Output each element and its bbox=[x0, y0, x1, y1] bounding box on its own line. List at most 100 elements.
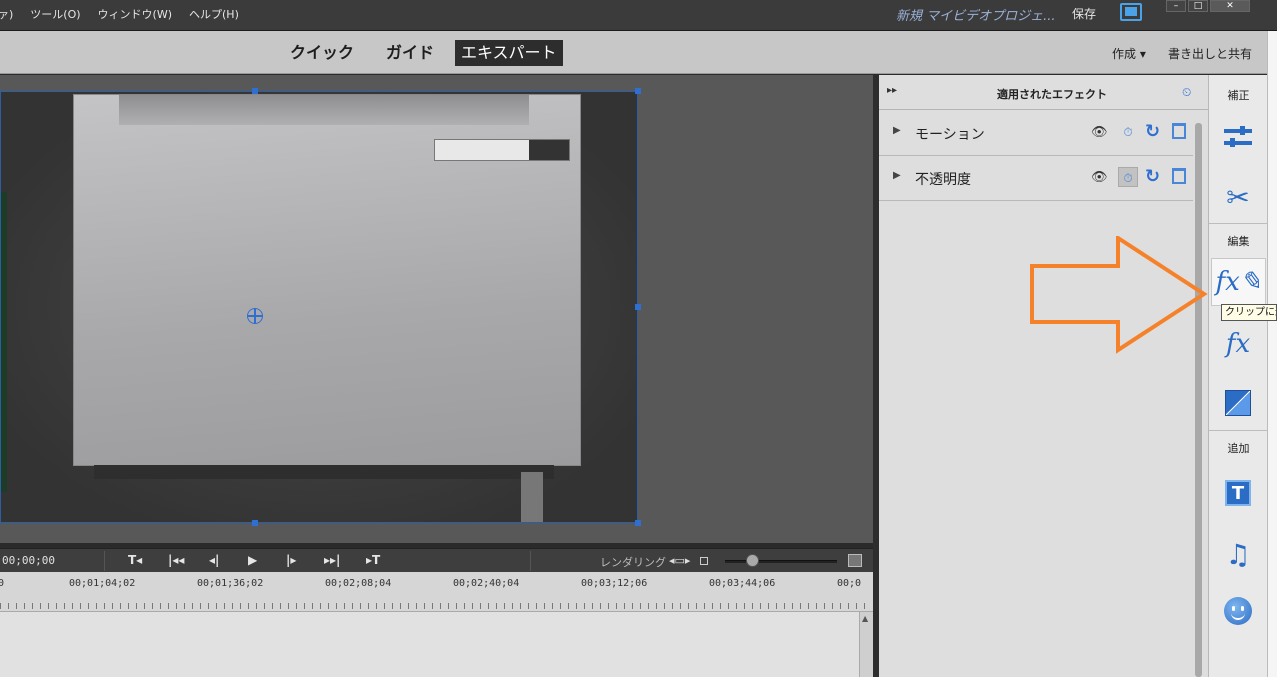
rewind-button[interactable]: |◂◂ bbox=[168, 553, 184, 567]
menu-item-help[interactable]: ヘルプ(H) bbox=[189, 6, 239, 22]
render-button[interactable]: レンダリング bbox=[600, 554, 666, 570]
video-preview[interactable] bbox=[0, 91, 638, 523]
menu-item-partial[interactable]: ァ) bbox=[0, 6, 13, 22]
annotation-arrow bbox=[1030, 236, 1208, 354]
mode-bar: クイック ガイド エキスパート 作成 ▾ 書き出しと共有 bbox=[0, 31, 1267, 74]
right-tool-strip: 補正 ✂ 編集 fx✎ fx 追加 T ♫ bbox=[1208, 75, 1268, 677]
reset-icon[interactable]: ↻ bbox=[1145, 166, 1160, 187]
apply-to-clip-tooltip: クリップに適用 bbox=[1221, 304, 1277, 321]
tab-expert[interactable]: エキスパート bbox=[455, 40, 563, 66]
graphics-smiley-icon[interactable] bbox=[1219, 593, 1257, 629]
expand-arrow-icon[interactable]: ▶ bbox=[893, 170, 901, 181]
create-menu[interactable]: 作成 ▾ bbox=[1112, 45, 1146, 62]
video-left-object bbox=[1, 192, 7, 492]
ruler-label: 00;01;36;02 bbox=[197, 578, 264, 589]
zoom-slider-knob[interactable] bbox=[746, 554, 759, 567]
ruler-label: 0 bbox=[0, 578, 5, 589]
maximize-button[interactable]: □ bbox=[1188, 0, 1208, 12]
effect-name: 不透明度 bbox=[915, 172, 971, 188]
ruler-label: 00;0 bbox=[837, 578, 862, 589]
separator bbox=[1209, 430, 1268, 431]
menu-item-tools[interactable]: ツール(O) bbox=[30, 6, 80, 22]
trash-icon[interactable] bbox=[1172, 168, 1186, 184]
effects-scrollbar[interactable] bbox=[1195, 123, 1202, 677]
fit-timeline-icon[interactable]: ◂▭▸ bbox=[669, 554, 690, 567]
device-top-edge bbox=[119, 95, 529, 125]
close-button[interactable]: ✕ bbox=[1210, 0, 1250, 12]
section-label-edit: 編集 bbox=[1227, 235, 1250, 248]
stopwatch-icon[interactable]: ⏱ bbox=[1118, 122, 1138, 142]
transform-handle-top[interactable] bbox=[252, 88, 258, 94]
step-back-button[interactable]: ◂| bbox=[209, 553, 219, 567]
transform-handle-bottom[interactable] bbox=[252, 520, 258, 526]
window-controls: – □ ✕ bbox=[1166, 0, 1250, 12]
applied-effects-fx-icon[interactable]: fx✎ bbox=[1211, 258, 1266, 306]
effect-row-motion[interactable]: ▶ モーション 👁 ⏱ ↻ bbox=[879, 111, 1193, 156]
effect-row-opacity[interactable]: ▶ 不透明度 👁 ⏱ ↻ bbox=[879, 156, 1193, 201]
section-label-adjust: 補正 bbox=[1227, 89, 1250, 102]
transitions-icon[interactable] bbox=[1219, 385, 1257, 421]
timeline-tracks[interactable] bbox=[0, 612, 859, 677]
tools-icon[interactable]: ✂ bbox=[1219, 179, 1257, 215]
menu-bar: ァ) ツール(O) ウィンドウ(W) ヘルプ(H) 新規 マイビデオプロジェ..… bbox=[0, 0, 1277, 31]
fullscreen-monitor-icon[interactable] bbox=[1120, 3, 1142, 21]
fast-forward-button[interactable]: ▸▸| bbox=[324, 553, 340, 567]
zoom-in-icon[interactable] bbox=[848, 554, 862, 567]
tab-guided[interactable]: ガイド bbox=[380, 40, 440, 66]
time-ruler[interactable]: 0 00;01;04;02 00;01;36;02 00;02;08;04 00… bbox=[0, 572, 873, 612]
separator bbox=[530, 551, 531, 571]
tab-quick[interactable]: クイック bbox=[284, 40, 360, 66]
visibility-eye-icon[interactable]: 👁 bbox=[1091, 170, 1108, 185]
go-to-end-button[interactable]: ▸T bbox=[366, 553, 380, 567]
ruler-label: 00;02;08;04 bbox=[325, 578, 392, 589]
zoom-slider-track[interactable] bbox=[725, 560, 837, 563]
step-forward-button[interactable]: |▸ bbox=[286, 553, 296, 567]
timeline-scrollbar[interactable] bbox=[859, 612, 873, 677]
play-button[interactable]: ▶ bbox=[248, 553, 257, 567]
separator bbox=[104, 551, 105, 571]
trash-icon[interactable] bbox=[1172, 123, 1186, 139]
menu-item-window[interactable]: ウィンドウ(W) bbox=[98, 6, 172, 22]
ruler-label: 00;03;44;06 bbox=[709, 578, 776, 589]
go-to-start-button[interactable]: T◂ bbox=[128, 553, 142, 567]
ruler-ticks bbox=[0, 603, 870, 609]
reset-icon[interactable]: ↻ bbox=[1145, 121, 1160, 142]
transform-handle-top-right[interactable] bbox=[635, 88, 641, 94]
ruler-label: 00;02;40;04 bbox=[453, 578, 520, 589]
keyframe-stopwatch-icon[interactable]: ⏲ bbox=[1182, 85, 1191, 100]
applied-effects-title: 適用されたエフェクト bbox=[997, 88, 1107, 101]
anchor-point-icon[interactable] bbox=[247, 308, 263, 324]
transform-handle-bottom-right[interactable] bbox=[635, 520, 641, 526]
annotation-arrow-shape bbox=[1030, 236, 1208, 354]
ruler-label: 00;01;04;02 bbox=[69, 578, 136, 589]
ruler-label: 00;03;12;06 bbox=[581, 578, 648, 589]
applied-effects-header: ▸▸ 適用されたエフェクト ⏲ bbox=[879, 75, 1208, 110]
titles-icon[interactable]: T bbox=[1219, 475, 1257, 511]
stopwatch-icon[interactable]: ⏱ bbox=[1118, 167, 1138, 187]
adjust-sliders-icon[interactable] bbox=[1219, 119, 1257, 155]
video-device-image bbox=[73, 94, 581, 479]
export-share-menu[interactable]: 書き出しと共有 bbox=[1168, 45, 1252, 62]
expand-arrow-icon[interactable]: ▶ bbox=[893, 125, 901, 136]
main-menu: ァ) ツール(O) ウィンドウ(W) ヘルプ(H) bbox=[0, 6, 239, 22]
video-cable bbox=[521, 472, 543, 522]
collapse-panel-icon[interactable]: ▸▸ bbox=[887, 85, 897, 96]
monitor-panel bbox=[0, 75, 873, 543]
device-ports bbox=[94, 465, 554, 479]
zoom-out-icon[interactable] bbox=[700, 557, 708, 565]
transport-bar: 00;00;00 T◂ |◂◂ ◂| ▶ |▸ ▸▸| ▸T レンダリング ◂▭… bbox=[0, 548, 873, 572]
save-button[interactable]: 保存 bbox=[1072, 5, 1096, 22]
device-label-sticker bbox=[434, 139, 570, 161]
effect-name: モーション bbox=[915, 127, 985, 143]
transform-handle-right[interactable] bbox=[635, 304, 641, 310]
separator bbox=[1209, 223, 1268, 224]
applied-effects-panel: ▸▸ 適用されたエフェクト ⏲ ▶ モーション 👁 ⏱ ↻ ▶ 不透明度 👁 ⏱… bbox=[879, 75, 1208, 677]
section-label-add: 追加 bbox=[1227, 442, 1250, 455]
project-title[interactable]: 新規 マイビデオプロジェ... bbox=[896, 5, 1056, 24]
effects-fx-icon[interactable]: fx bbox=[1219, 326, 1257, 362]
window-edge bbox=[1267, 31, 1277, 677]
current-timecode[interactable]: 00;00;00 bbox=[2, 554, 55, 567]
minimize-button[interactable]: – bbox=[1166, 0, 1186, 12]
visibility-eye-icon[interactable]: 👁 bbox=[1091, 125, 1108, 140]
music-icon[interactable]: ♫ bbox=[1219, 536, 1257, 572]
